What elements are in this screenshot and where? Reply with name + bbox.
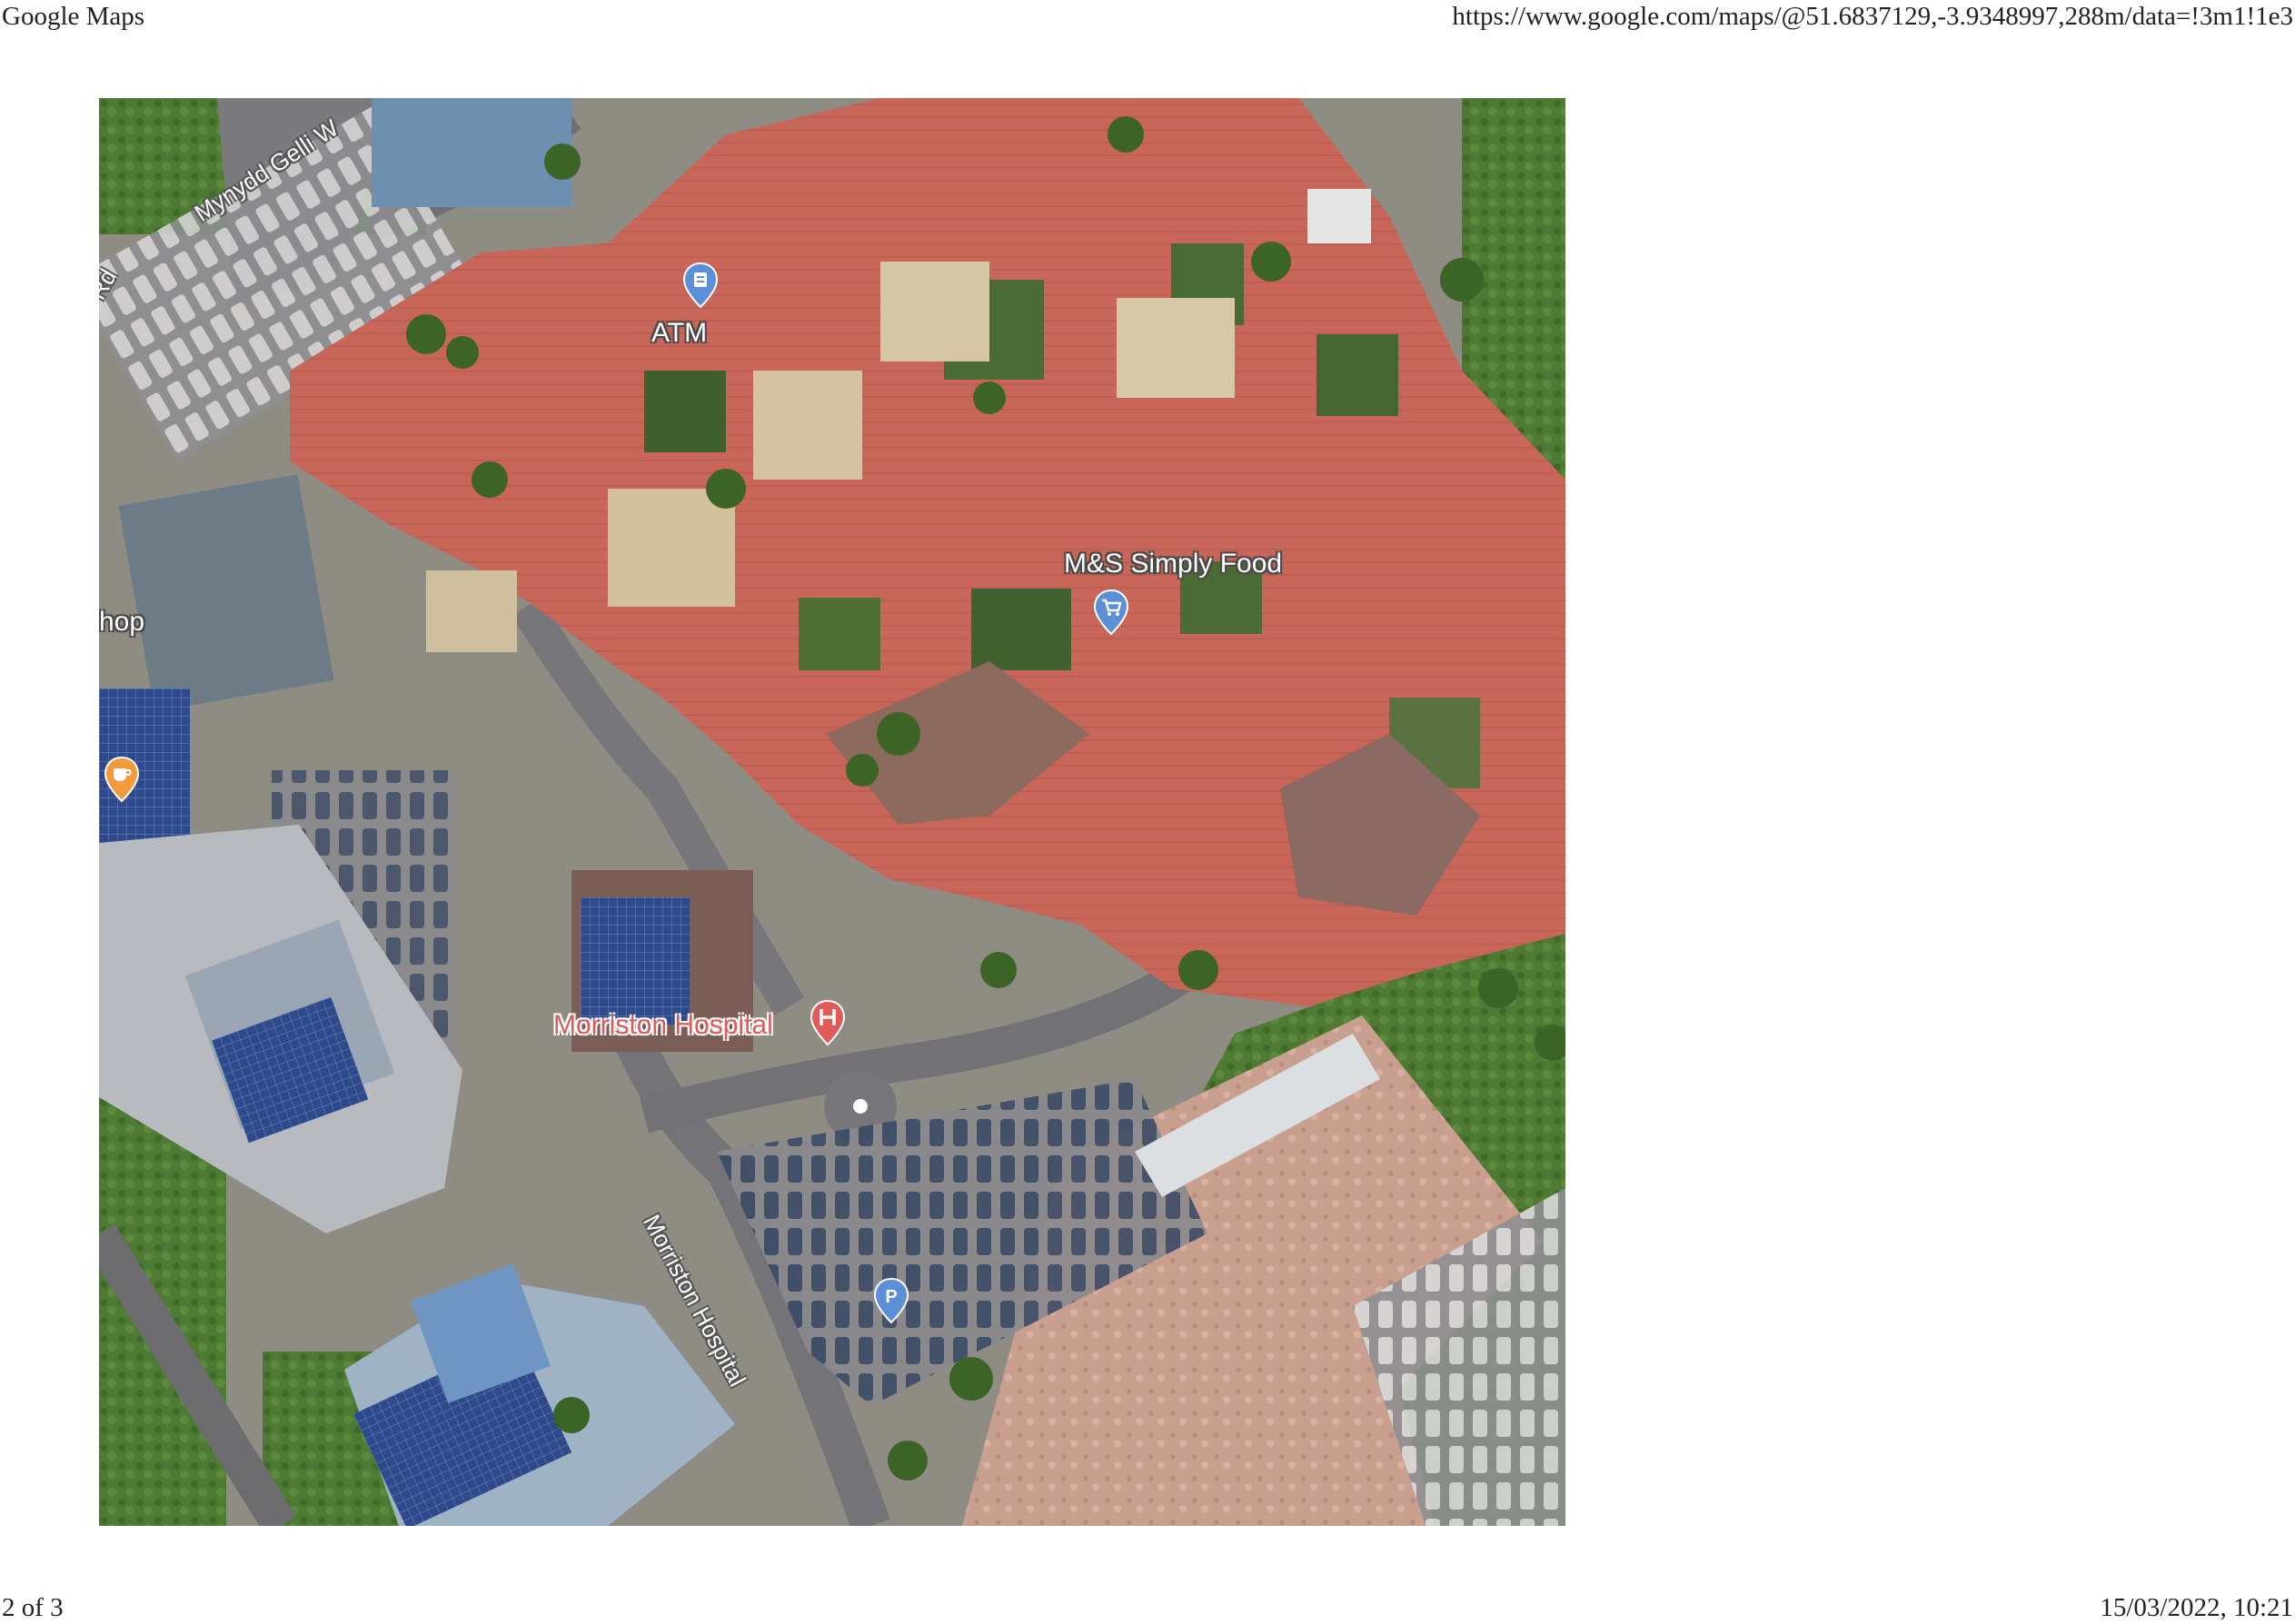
store-label[interactable]: M&S Simply Food: [1064, 549, 1282, 579]
satellite-imagery: [99, 98, 1565, 1526]
hospital-icon[interactable]: [810, 999, 846, 1046]
shop-label-partial[interactable]: hop: [99, 607, 144, 638]
svg-text:P: P: [885, 1287, 897, 1307]
parking-icon[interactable]: P: [873, 1277, 909, 1324]
page-number: 2 of 3: [2, 1593, 64, 1622]
atm-icon[interactable]: [682, 262, 719, 309]
coffee-icon[interactable]: [104, 756, 140, 803]
print-datetime: 15/03/2022, 10:21: [2100, 1593, 2293, 1622]
page-header-title: Google Maps: [2, 2, 145, 31]
atm-label[interactable]: ATM: [651, 318, 707, 349]
page-header-url[interactable]: https://www.google.com/maps/@51.6837129,…: [1452, 0, 2293, 33]
hospital-label[interactable]: Morriston Hospital: [553, 1010, 773, 1041]
satellite-map[interactable]: ATM M&S Simply Food Morriston Hospital h…: [99, 98, 1565, 1526]
shopping-cart-icon[interactable]: [1093, 589, 1129, 636]
